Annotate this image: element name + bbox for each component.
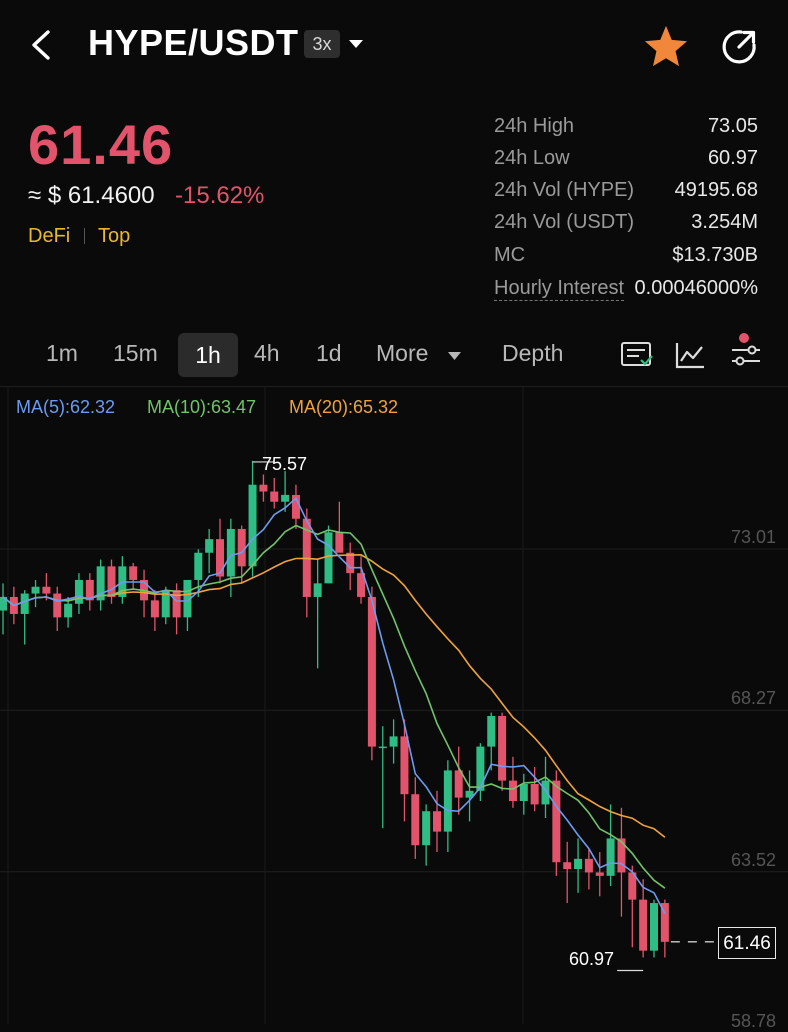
candle-body <box>498 715 507 781</box>
candle-body <box>519 784 528 802</box>
candle-body <box>313 583 322 597</box>
stat-label-mc: MC <box>494 244 526 266</box>
tab-1m[interactable]: 1m <box>46 340 78 367</box>
tag-top[interactable]: Top <box>98 225 130 248</box>
candle-body <box>129 566 138 580</box>
stat-value-high: 73.05 <box>707 115 758 137</box>
tab-4h[interactable]: 4h <box>254 340 280 367</box>
candle-body <box>259 484 268 492</box>
tab-more[interactable]: More <box>376 340 428 367</box>
candle-body <box>42 586 51 594</box>
stat-label-vol-quote: 24h Vol (USDT) <box>494 211 635 233</box>
star-icon[interactable] <box>643 24 689 68</box>
price-change: -15.62% <box>175 182 265 209</box>
leverage-badge: 3x <box>304 30 340 58</box>
candle-body <box>367 596 376 747</box>
candle-body <box>150 600 159 618</box>
candle-body <box>584 858 593 873</box>
low-marker-label: 60.97 <box>569 949 615 969</box>
stat-value-low: 60.97 <box>707 147 758 169</box>
candle-body <box>476 746 485 791</box>
candle-body <box>541 780 550 805</box>
stat-value-mc: $13.730B <box>672 244 758 266</box>
candle-body <box>324 532 333 584</box>
candle-body <box>389 736 398 747</box>
candle-body <box>31 586 40 594</box>
tab-depth[interactable]: Depth <box>502 340 563 367</box>
settings-sliders-icon[interactable] <box>728 330 764 370</box>
candle-body <box>422 811 431 846</box>
candle-body <box>107 566 116 597</box>
tab-1h[interactable]: 1h <box>178 333 238 377</box>
candle-body <box>237 528 246 567</box>
stat-value-vol-base: 49195.68 <box>674 179 758 201</box>
candle-body <box>530 784 539 805</box>
candle-body <box>226 528 235 577</box>
candle-body <box>443 770 452 832</box>
y-axis-label: 73.01 <box>730 527 776 547</box>
candle-body <box>216 539 224 577</box>
indicator-list-icon[interactable] <box>620 341 654 369</box>
stat-label-high: 24h High <box>494 115 575 137</box>
tab-15m[interactable]: 15m <box>113 340 158 367</box>
candle-body <box>454 770 463 798</box>
candle-body <box>433 811 441 832</box>
pair-title[interactable]: HYPE/USDT <box>88 22 299 64</box>
candle-body <box>508 780 517 802</box>
candle-body <box>205 539 214 553</box>
ma5-line <box>2 497 666 914</box>
candle-body <box>552 780 561 863</box>
dropdown-icon[interactable] <box>348 38 364 50</box>
candle-body <box>606 838 615 876</box>
share-icon[interactable] <box>719 27 759 67</box>
candle-body <box>335 532 344 553</box>
candle-body <box>281 494 290 502</box>
candle-body <box>64 603 73 618</box>
candle-body <box>650 903 658 951</box>
stat-value-hourly-interest: 0.00046000% <box>634 277 758 299</box>
candle-body <box>74 579 83 604</box>
candle-body <box>53 593 62 618</box>
candle-body <box>563 862 572 870</box>
candle-body <box>411 794 420 846</box>
tag-defi[interactable]: DeFi <box>28 225 70 248</box>
last-price: 61.46 <box>28 113 174 176</box>
y-axis-label: 63.52 <box>730 850 776 870</box>
stat-label-hourly-interest[interactable]: Hourly Interest <box>494 277 625 301</box>
stat-label-vol-base: 24h Vol (HYPE) <box>494 179 635 201</box>
candlestick-chart[interactable] <box>0 386 788 1024</box>
stat-value-vol-quote: 3.254M <box>691 211 758 233</box>
candle-body <box>20 593 29 614</box>
high-marker-label: 75.57 <box>262 454 308 474</box>
candle-body <box>574 858 583 870</box>
candle-body <box>617 838 626 873</box>
candle-body <box>248 484 257 567</box>
fiat-price: ≈ $ 61.4600 <box>28 182 155 209</box>
chart-type-icon[interactable] <box>674 340 706 370</box>
candle-body <box>487 715 496 747</box>
candle-body <box>400 736 409 795</box>
y-axis-label: 68.27 <box>730 688 776 708</box>
candle-body <box>595 872 604 876</box>
candle-body <box>270 491 279 502</box>
more-dropdown-icon[interactable] <box>447 351 462 361</box>
current-price-label: 61.46 <box>718 927 776 959</box>
tab-1d[interactable]: 1d <box>316 340 342 367</box>
tag-divider <box>84 228 85 244</box>
y-axis-label: 58.78 <box>730 1011 776 1031</box>
candle-body <box>194 552 203 580</box>
stat-label-low: 24h Low <box>494 147 570 169</box>
candle-body <box>639 899 648 951</box>
candle-body <box>378 746 387 749</box>
back-icon[interactable] <box>28 28 54 62</box>
